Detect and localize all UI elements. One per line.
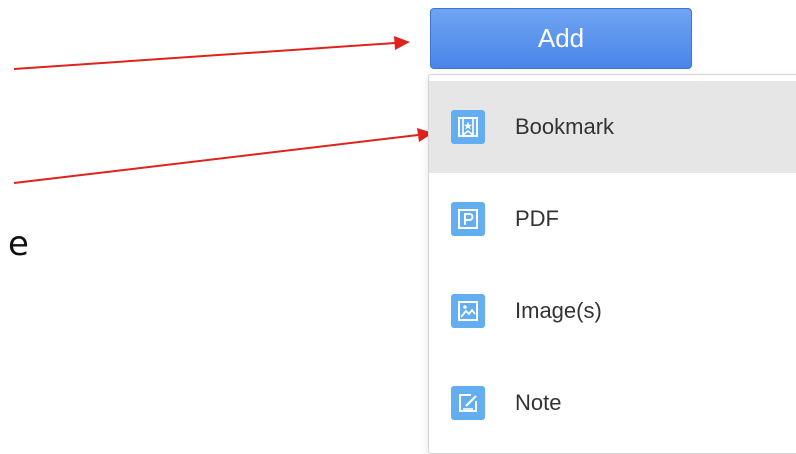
menu-item-label: Image(s) — [515, 298, 602, 323]
menu-item-note[interactable]: Note — [429, 357, 796, 449]
menu-item-pdf[interactable]: PDF — [429, 173, 796, 265]
arrow-to-add-button — [13, 42, 396, 70]
menu-item-label: Bookmark — [515, 114, 615, 139]
image-icon — [451, 294, 485, 328]
note-edit-icon — [451, 386, 485, 420]
arrow-to-bookmark — [13, 134, 419, 184]
menu-item-images[interactable]: Image(s) — [429, 265, 796, 357]
menu-item-bookmark[interactable]: Bookmark — [429, 81, 796, 173]
pdf-icon — [451, 202, 485, 236]
add-button[interactable]: Add — [430, 8, 692, 69]
arrowhead-add-button — [394, 36, 410, 50]
add-dropdown-menu: Bookmark PDF Image(s) Note — [428, 74, 796, 454]
bookmark-star-icon — [451, 110, 485, 144]
menu-item-label: PDF — [515, 206, 559, 231]
menu-item-label: Note — [515, 390, 562, 415]
